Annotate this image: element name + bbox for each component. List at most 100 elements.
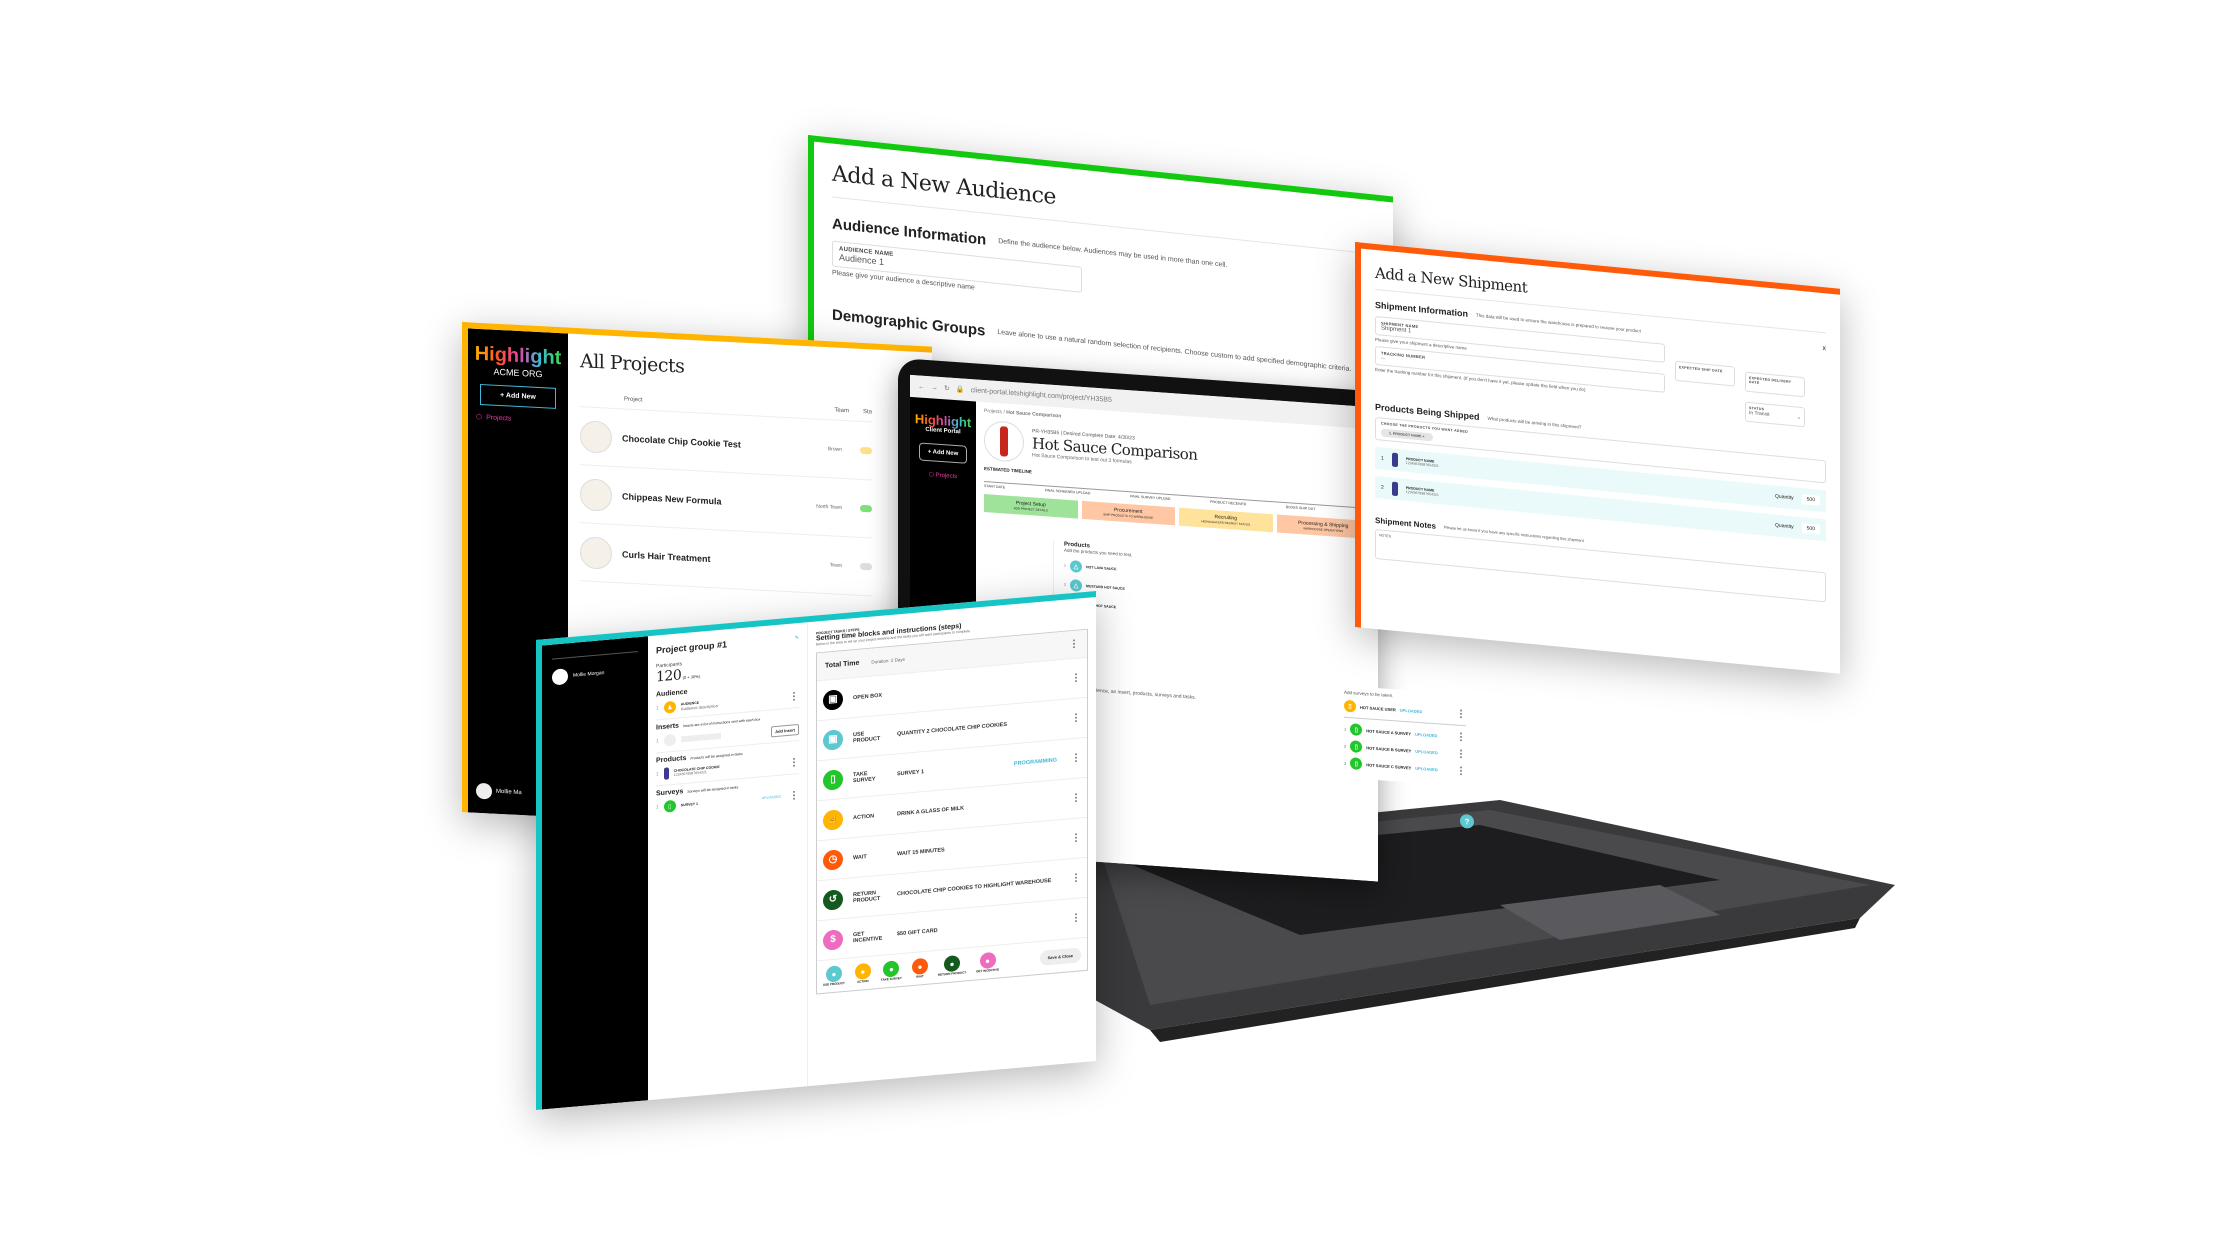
user-menu[interactable]: Mollie Morgan (552, 662, 638, 686)
more-icon[interactable]: ⋮ (789, 690, 799, 702)
project-team: North Team (816, 503, 842, 511)
step-type-label: GET INCENTIVE (976, 967, 1000, 974)
add-new-button[interactable]: + Add New (480, 383, 556, 409)
product-image (663, 767, 669, 780)
more-icon[interactable]: ⋮ (1071, 752, 1081, 764)
participants-count: 120 (656, 667, 682, 686)
step-name: WAIT (853, 853, 867, 861)
product-icon: △ (1069, 579, 1082, 592)
add-step-button[interactable]: ● WAIT (911, 957, 928, 979)
add-step-button[interactable]: ● RETURN PRODUCT (938, 954, 966, 977)
portal-subtitle: Client Portal (925, 426, 961, 436)
status-badge: UPLOADED (1414, 731, 1438, 738)
add-step-button[interactable]: ● TAKE SURVEY (881, 960, 902, 982)
clipboard-icon: ▯ (823, 768, 843, 791)
chevron-down-icon: ⌄ (1796, 414, 1801, 421)
section-heading: Products (656, 754, 687, 765)
more-icon[interactable]: ⋮ (1071, 712, 1081, 724)
user-name: Mollie Ma (496, 788, 522, 797)
survey-item[interactable]: 3 ▯ HOT SAUCE C SURVEY UPLOADED ⋮ (1344, 757, 1466, 778)
section-heading: Surveys (656, 788, 684, 798)
dollar-icon: $ (823, 928, 843, 951)
add-step-button[interactable]: ● ACTION (854, 962, 871, 984)
more-icon[interactable]: ⋮ (1071, 912, 1081, 924)
reload-icon[interactable]: ↻ (944, 384, 950, 392)
product-image (1391, 452, 1398, 468)
project-thumbnail (580, 535, 612, 570)
more-icon[interactable]: ⋮ (1071, 792, 1081, 804)
project-team: Team (829, 561, 842, 569)
step-type-label: USE PRODUCT (823, 980, 845, 987)
section-heading: Shipment Notes (1375, 515, 1436, 531)
phase-tab[interactable]: Project Setup ADD PROJECT DETAILS (984, 494, 1078, 519)
timeline-card: Total Time Duration: 2 Days ⋮ ▣ OPEN BOX ⋮ ▣ U… (816, 628, 1088, 995)
status-select[interactable]: STATUS In Transit ⌄ (1745, 401, 1805, 428)
screener-name: HOT SAUCE USER (1360, 704, 1396, 712)
screener-item[interactable]: ▯ HOT SAUCE USER UPLOADED ⋮ (1344, 699, 1466, 727)
more-icon[interactable]: ⋮ (789, 756, 799, 768)
project-team: Brown (827, 445, 842, 453)
product-name: MUSTARD HOT SAUCE (1085, 584, 1125, 591)
url-bar[interactable]: client-portal.letshighlight.com/project/… (971, 387, 1112, 404)
ship-date-field[interactable]: EXPECTED SHIP DATE (1675, 360, 1735, 387)
section-description: Surveys will be assigned in tasks (687, 784, 739, 794)
column-header: Sta (862, 409, 872, 416)
clipboard-icon: ▯ (1350, 740, 1363, 754)
forward-icon[interactable]: → (931, 384, 938, 391)
step-type-label: TAKE SURVEY (880, 975, 902, 982)
org-name: ACME ORG (493, 366, 543, 380)
more-icon[interactable]: ⋮ (1069, 638, 1079, 650)
breadcrumb-root[interactable]: Projects (984, 408, 1002, 415)
add-insert-button[interactable]: Add Insert (771, 723, 799, 737)
column-header: Team (834, 407, 849, 415)
more-icon[interactable]: ⋮ (1071, 872, 1081, 884)
product-image (984, 420, 1024, 463)
section-heading: Inserts (656, 722, 679, 732)
product-chip[interactable]: 1. PRODUCT NAME × (1381, 428, 1433, 442)
step-name: TAKE SURVEY (853, 770, 876, 784)
highlight-logo: Highlight (474, 342, 562, 370)
section-heading: Shipment Information (1375, 299, 1468, 319)
more-icon[interactable]: ⋮ (789, 789, 799, 801)
step-type-label: WAIT (916, 974, 924, 979)
status-badge: UPLOADED (1415, 765, 1438, 772)
duration: Duration: 2 Days (871, 656, 905, 665)
box-icon: ▣ (823, 728, 843, 751)
phase-tab[interactable]: Recruiting HIGHLIGHTERS RECRUIT STATUS (1179, 507, 1273, 533)
sidebar-item-projects[interactable]: ⬡ Projects (929, 471, 958, 480)
step-type-icon: ● (854, 962, 871, 981)
step-detail: QUANTITY 2 CHOCOLATE CHIP COOKIES (897, 721, 1008, 737)
sidebar-item-projects[interactable]: ⬡ Projects (476, 413, 511, 423)
edit-icon[interactable]: ✎ (795, 635, 799, 641)
box-icon: ▣ (823, 688, 843, 711)
user-name: Mollie Morgan (573, 670, 605, 679)
save-close-button[interactable]: Save & Close (1039, 946, 1081, 966)
status-badge (860, 446, 872, 455)
add-step-button[interactable]: ● USE PRODUCT (823, 965, 845, 987)
add-step-button[interactable]: ● GET INCENTIVE (976, 951, 999, 973)
box-icon: ⬡ (928, 472, 936, 479)
step-name: GET INCENTIVE (853, 930, 883, 944)
phase-tab[interactable]: Procurement SHIP PRODUCTS TO WAREHOUSE (1081, 500, 1175, 526)
back-icon[interactable]: ← (918, 383, 925, 390)
help-button[interactable]: ? (1460, 813, 1474, 829)
add-shipment-modal: Add a New Shipment Shipment Information … (1355, 242, 1840, 674)
step-name: USE PRODUCT (853, 730, 881, 744)
more-icon[interactable]: ⋮ (1456, 748, 1466, 760)
survey-name: HOT SAUCE B SURVEY (1366, 744, 1412, 753)
step-type-label: ACTION (857, 978, 869, 984)
more-icon[interactable]: ⋮ (1456, 708, 1466, 720)
delivery-date-field[interactable]: EXPECTED DELIVERY DATE (1745, 371, 1805, 398)
more-icon[interactable]: ⋮ (1071, 672, 1081, 684)
quantity-input[interactable]: 500 (1801, 523, 1820, 535)
add-new-button[interactable]: + Add New (918, 442, 968, 464)
quantity-input[interactable]: 500 (1801, 494, 1820, 506)
more-icon[interactable]: ⋮ (1456, 731, 1466, 743)
step-detail: WAIT 15 MINUTES (897, 846, 945, 857)
more-icon[interactable]: ⋮ (1456, 765, 1466, 777)
surveys-column: Add surveys to be taken. ▯ HOT SAUCE USE… (1340, 685, 1474, 829)
more-icon[interactable]: ⋮ (1071, 832, 1081, 844)
close-button[interactable]: x (1823, 345, 1827, 352)
user-menu[interactable]: Mollie Ma (476, 782, 522, 801)
status-badge: PROGRAMMING (1013, 756, 1057, 767)
